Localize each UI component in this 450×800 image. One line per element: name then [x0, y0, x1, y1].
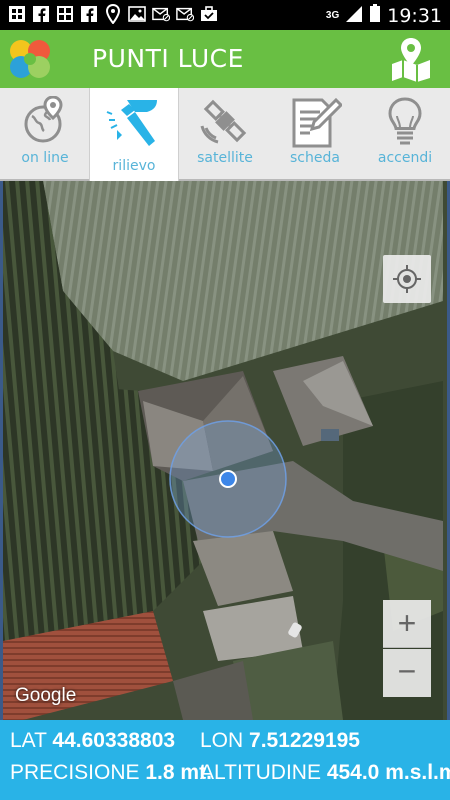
briefcase-check-icon — [200, 4, 218, 24]
page-title: PUNTI LUCE — [92, 44, 244, 73]
globe-pin-icon — [24, 96, 63, 143]
tab-label: satellite — [197, 150, 253, 166]
lon-label: LON — [200, 729, 244, 752]
lon-value: 7.51229195 — [249, 729, 360, 752]
altitude-label: ALTITUDINE — [200, 761, 321, 784]
map-pin-icon — [392, 38, 430, 82]
image-icon — [128, 4, 146, 24]
gallery-icon — [56, 4, 74, 24]
status-bar: 3G 19:31 — [0, 0, 450, 30]
document-edit-icon — [292, 97, 342, 148]
coordinates-row: LAT 44.60338803 LON 7.51229195 — [10, 729, 360, 753]
tab-bar: on line rilievo satellite scheda accendi — [0, 88, 450, 186]
lat-value: 44.60338803 — [52, 729, 176, 752]
tab-online[interactable]: on line — [0, 88, 90, 178]
location-pin-icon — [104, 4, 122, 24]
tab-label: scheda — [290, 150, 340, 166]
grid-icon — [8, 4, 26, 24]
tab-rilievo[interactable]: rilievo — [89, 88, 179, 186]
signal-icon — [345, 3, 363, 28]
crosshair-icon — [393, 265, 421, 293]
tab-scheda[interactable]: scheda — [270, 88, 360, 178]
notification-icons — [8, 4, 218, 24]
satellite-icon — [200, 99, 247, 144]
precision-label: PRECISIONE — [10, 761, 140, 784]
mail-off-icon — [176, 4, 194, 24]
satellite-map[interactable]: + − Google — [0, 181, 450, 720]
tab-accendi[interactable]: accendi — [360, 88, 450, 178]
battery-icon — [369, 3, 381, 28]
mail-off-icon — [152, 4, 170, 24]
facebook-icon — [80, 4, 98, 24]
my-location-button[interactable] — [383, 255, 431, 303]
coordinates-panel: LAT 44.60338803 LON 7.51229195 PRECISION… — [0, 720, 450, 800]
app-logo — [4, 33, 56, 85]
zoom-out-button[interactable]: − — [383, 649, 431, 697]
tab-label: accendi — [377, 150, 433, 166]
lat-label: LAT — [10, 729, 47, 752]
accuracy-row: PRECISIONE 1.8 mt. ALTITUDINE 454.0 m.s.… — [10, 761, 450, 785]
tab-satellite[interactable]: satellite — [180, 88, 270, 178]
clock: 19:31 — [387, 4, 442, 27]
facebook-icon — [32, 4, 50, 24]
tab-label: on line — [21, 150, 69, 166]
altitude-value: 454.0 m.s.l.m. — [326, 761, 450, 784]
zoom-in-button[interactable]: + — [383, 600, 431, 648]
lightbulb-icon — [388, 97, 422, 145]
network-type: 3G — [325, 9, 340, 21]
hammer-icon — [106, 100, 157, 146]
map-attribution: Google — [15, 685, 77, 706]
tab-label: rilievo — [112, 158, 156, 174]
app-header: PUNTI LUCE — [0, 30, 450, 88]
map-location-button[interactable] — [388, 36, 434, 82]
